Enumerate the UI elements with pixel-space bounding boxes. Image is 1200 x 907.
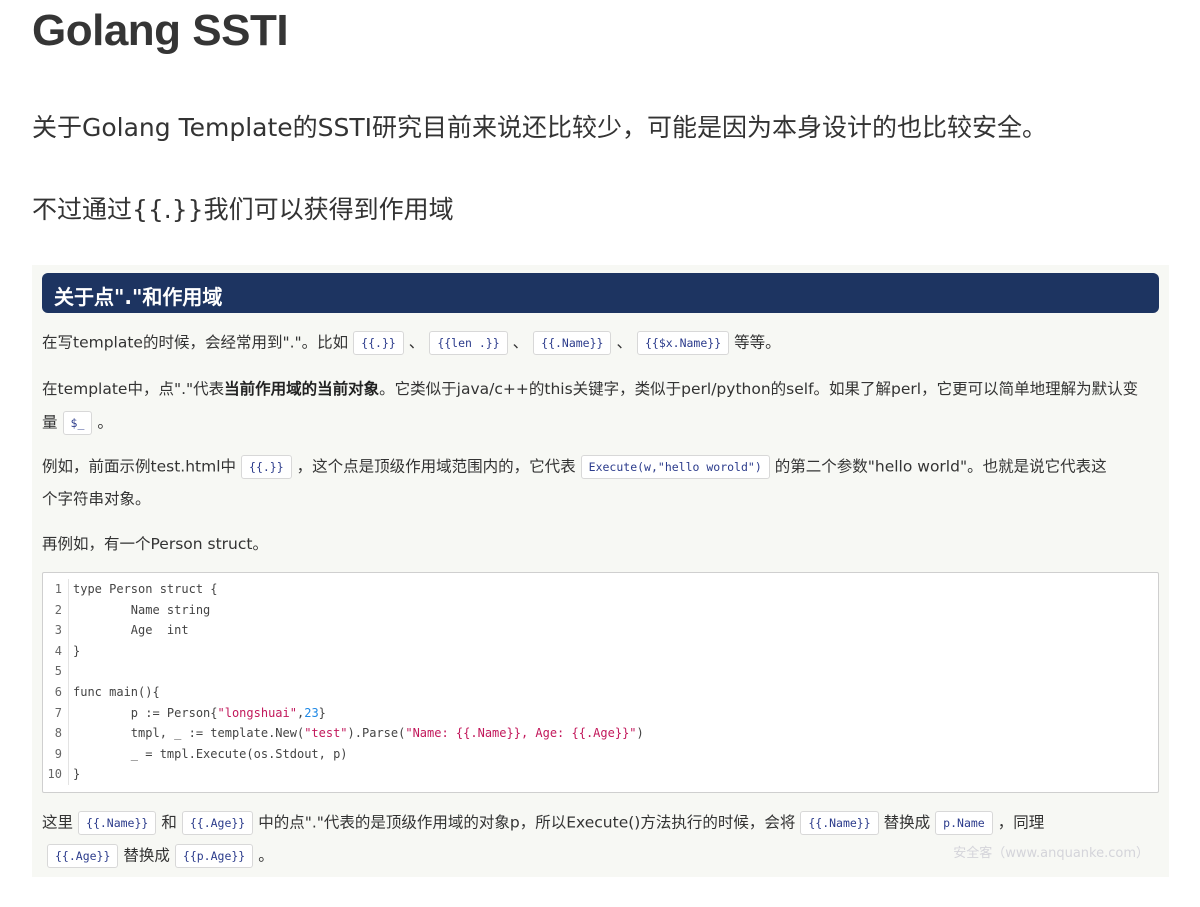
inline-code: {{len .}} (429, 331, 508, 355)
text: 。 (97, 413, 113, 432)
inline-code: $_ (62, 411, 93, 435)
inline-code: {{.Name}} (533, 331, 612, 355)
line-number: 1 (43, 579, 69, 600)
code-text: type Person struct { (69, 579, 218, 600)
line-number: 9 (43, 743, 69, 765)
text: 中的点"."代表的是顶级作用域的对象p，所以Execute()方法执行的时候，会… (258, 813, 796, 832)
code-line: 4} (43, 640, 1158, 662)
code-line: 6 func main(){ (43, 682, 1158, 703)
inline-code: {{.Age}} (47, 844, 119, 868)
text: 的第二个参数"hello world"。也就是说它代表这 (774, 457, 1107, 476)
text: 。它类似于java/c++的this关键字，类似于perl/python的sel… (379, 380, 1139, 398)
line-number: 10 (43, 764, 69, 785)
inline-code: {{.Name}} (78, 811, 157, 835)
code-line: 7 p := Person{"longshuai",23} (43, 702, 1158, 724)
watermark: 安全客（www.anquanke.com） (953, 846, 1149, 861)
section-banner: 关于点"."和作用域 (42, 273, 1159, 313)
code-plain: ) (636, 726, 644, 741)
code-text: p := Person{"longshuai",23} (69, 703, 326, 724)
inline-code: {{.Age}} (181, 811, 254, 835)
intro-paragraph-2: 不过通过{{.}}我们可以获得到作用域 (32, 195, 454, 224)
code-plain: func main(){ (73, 685, 160, 699)
text-line-3: 量 $_。 (42, 411, 113, 435)
code-number: 23 (304, 705, 319, 720)
text: 替换成 (883, 813, 931, 832)
line-number: 4 (43, 640, 69, 662)
code-plain: Name string (73, 602, 211, 617)
code-line: 8 tmpl, _ := template.New("test").Parse(… (43, 723, 1158, 744)
code-string: "longshuai" (217, 705, 297, 720)
text: ，同理 (997, 813, 1045, 832)
code-line: 3 Age int (43, 620, 1158, 641)
code-text: } (69, 641, 80, 662)
separator: 、 (408, 333, 425, 352)
code-text: _ = tmpl.Execute(os.Stdout, p) (69, 744, 348, 765)
inline-code: {{.}} (353, 331, 404, 355)
code-plain: ).Parse( (347, 726, 406, 741)
code-text: func main(){ (69, 682, 160, 703)
separator: 、 (616, 333, 632, 352)
inline-code: p.Name (935, 811, 993, 835)
code-plain: type Person struct { (73, 582, 218, 596)
code-plain: _ = tmpl.Execute(os.Stdout, p) (73, 746, 348, 761)
code-text: Name string (69, 600, 210, 621)
text: 在写template的时候，会经常用到"."。比如 (42, 333, 349, 352)
text: 这里 (42, 813, 74, 832)
code-line: 1 type Person struct { (43, 579, 1158, 600)
line-number: 6 (43, 682, 69, 703)
code-string: "Name: {{.Name}}, Age: {{.Age}}" (405, 726, 637, 741)
line-number: 5 (43, 661, 69, 682)
line-number: 2 (43, 599, 69, 621)
text-line-8: {{.Age}} 替换成 {{p.Age}}。 (42, 844, 274, 868)
text-line-5: 个字符串对象。 (42, 490, 151, 508)
text: 和 (161, 813, 177, 832)
text-line-7: 这里 {{.Name}} 和 {{.Age}} 中的点"."代表的是顶级作用域的对象p，… (42, 811, 1044, 835)
text: 替换成 (123, 846, 170, 865)
code-line: 5 (43, 661, 1158, 682)
text: 例如，前面示例test.html中 (42, 457, 237, 476)
page-title: Golang SSTI (32, 6, 289, 55)
code-line: 10} (43, 764, 1158, 785)
inline-code: {{p.Age}} (174, 844, 254, 868)
code-plain: Age int (73, 623, 189, 638)
text: ，这个点是顶级作用域范围内的，它代表 (296, 457, 576, 476)
intro-paragraph-1: 关于Golang Template的SSTI研究目前来说还比较少，可能是因为本身… (32, 113, 1048, 142)
text-line-2: 在template中，点"."代表当前作用域的当前对象。它类似于java/c++… (42, 378, 1138, 400)
text: 在template中，点"."代表 (42, 380, 225, 398)
code-plain: p := Person{ (73, 705, 218, 720)
text: 。 (258, 846, 274, 865)
text: 等等。 (734, 333, 781, 352)
line-number: 7 (43, 702, 69, 724)
code-plain: } (73, 643, 81, 658)
code-line: 2 Name string (43, 599, 1158, 621)
code-text: tmpl, _ := template.New("test").Parse("N… (69, 723, 644, 744)
inline-code: {{.Name}} (800, 811, 879, 835)
code-plain: } (318, 705, 326, 720)
text-line-1: 在写template的时候，会经常用到"."。比如 {{.}}、 {{len .}}… (42, 331, 781, 355)
code-block: 1 type Person struct {2 Name string 3 Age … (42, 572, 1159, 793)
inline-code: Execute(w,"hello worold") (580, 455, 770, 479)
text-line-4: 例如，前面示例test.html中 {{.}} ，这个点是顶级作用域范围内的，它代表… (42, 455, 1107, 479)
text: 量 (42, 413, 58, 432)
line-number: 8 (43, 723, 69, 744)
bold-text: 当前作用域的当前对象 (224, 380, 380, 398)
code-plain: } (73, 767, 81, 782)
embedded-screenshot: 关于点"."和作用域 在写template的时候，会经常用到"."。比如 {{.}… (32, 265, 1169, 877)
inline-code: {{$x.Name}} (636, 331, 730, 355)
code-text: Age int (69, 620, 189, 641)
code-text: } (69, 764, 80, 785)
inline-code: {{.}} (241, 455, 292, 479)
code-line: 9 _ = tmpl.Execute(os.Stdout, p) (43, 743, 1158, 765)
separator: 、 (512, 333, 529, 352)
line-number: 3 (43, 620, 69, 641)
text-line-6: 再例如，有一个Person struct。 (42, 535, 268, 553)
code-string: "test" (304, 726, 348, 741)
code-plain: tmpl, _ := template.New( (73, 726, 305, 741)
